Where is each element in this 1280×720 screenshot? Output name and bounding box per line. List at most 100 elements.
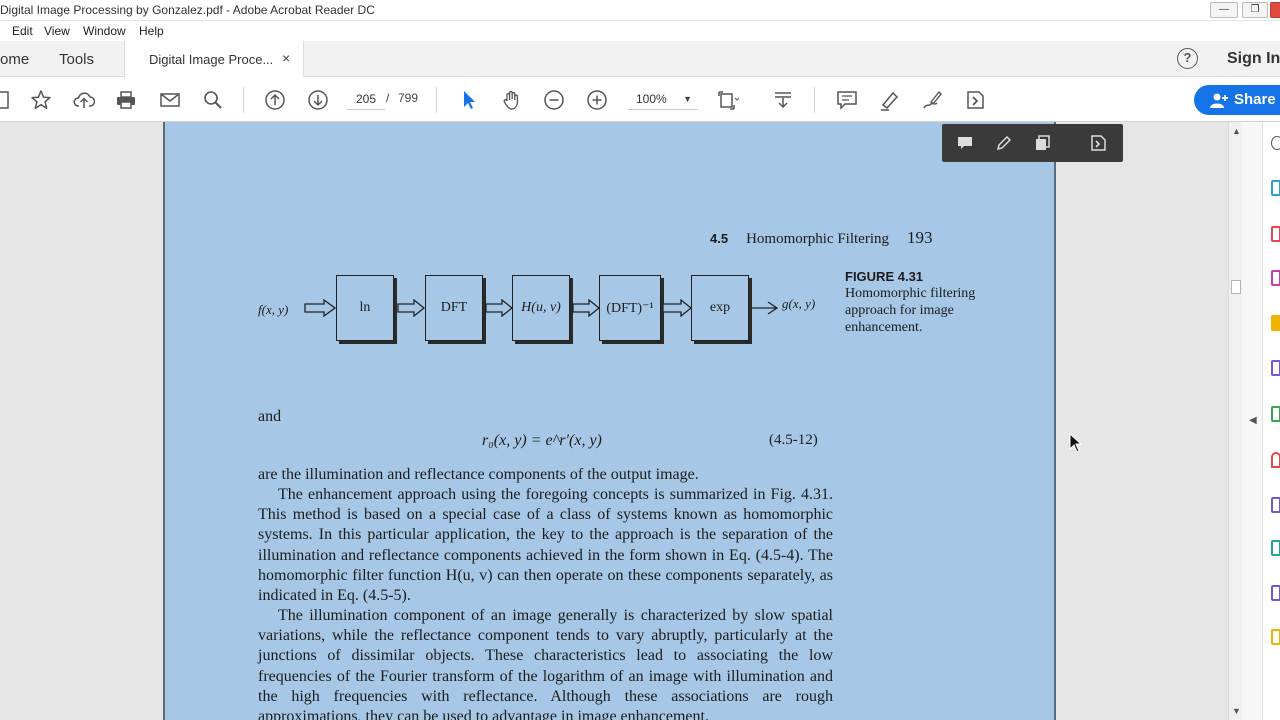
chevron-down-icon: ▼ <box>683 94 692 104</box>
fill-sign-icon[interactable] <box>1271 452 1280 468</box>
figure-output-label: g(x, y) <box>782 296 816 311</box>
export-pdf-icon[interactable] <box>1271 180 1280 196</box>
zoom-in-icon[interactable] <box>585 88 609 112</box>
star-icon[interactable] <box>29 88 53 112</box>
zoom-out-icon[interactable] <box>542 88 566 112</box>
bookmark-icon[interactable] <box>0 88 16 112</box>
block-filter: H(u, v) <box>512 275 570 341</box>
toolbar-divider <box>814 87 815 113</box>
toolbar-divider <box>436 87 437 113</box>
highlight-icon[interactable] <box>878 88 902 112</box>
menu-window[interactable]: Window <box>83 24 126 38</box>
send-for-signature-icon[interactable] <box>1271 497 1280 513</box>
block-inverse-dft: (DFT)⁻¹ <box>599 275 661 341</box>
diagram-arrow <box>485 299 513 317</box>
tab-document-label: Digital Image Proce... <box>149 52 274 67</box>
combine-files-icon[interactable] <box>1271 360 1280 376</box>
page-up-icon[interactable] <box>263 88 287 112</box>
block-exp: exp <box>691 275 749 341</box>
edit-pdf-icon[interactable] <box>1271 270 1280 286</box>
block-dft: DFT <box>425 275 483 341</box>
paragraph: The illumination component of an image g… <box>258 607 833 720</box>
zoom-value: 100% <box>636 92 667 106</box>
help-icon[interactable]: ? <box>1177 48 1198 69</box>
comment-tool-icon[interactable] <box>1271 315 1280 331</box>
paragraph: The enhancement approach using the foreg… <box>258 486 833 605</box>
sign-in-link[interactable]: Sign In <box>1227 50 1280 68</box>
sign-icon[interactable] <box>920 88 944 112</box>
figure-caption-text: Homomorphic filtering approach for image… <box>845 286 976 335</box>
diagram-arrow <box>572 299 600 317</box>
share-tool-icon[interactable] <box>1271 585 1280 601</box>
mail-icon[interactable] <box>158 88 182 112</box>
diagram-arrow <box>304 299 336 317</box>
menu-bar: Edit View Window Help <box>0 21 1280 41</box>
restore-button[interactable]: ❐ <box>1242 2 1268 18</box>
menu-edit[interactable]: Edit <box>12 24 33 38</box>
zoom-select[interactable]: 100% ▼ <box>628 88 698 110</box>
scroll-down-icon[interactable]: ▼ <box>1232 706 1241 716</box>
equation-number: (4.5-12) <box>769 432 818 448</box>
document-view[interactable]: 4.5 Homomorphic Filtering 193 f(x, y) ln D… <box>0 122 1228 720</box>
diagram-arrow <box>662 299 692 317</box>
share-button[interactable]: Share <box>1194 85 1280 115</box>
protect-icon[interactable] <box>1271 540 1280 556</box>
page-number-input[interactable]: 205 <box>347 88 385 110</box>
comment-icon[interactable] <box>956 134 974 152</box>
scroll-thumb[interactable] <box>1231 280 1241 294</box>
copy-icon[interactable] <box>1034 134 1052 152</box>
add-person-icon <box>1210 93 1228 108</box>
print-icon[interactable] <box>114 88 138 112</box>
scroll-mode-icon[interactable] <box>771 88 795 112</box>
close-window-button[interactable]: ✕ <box>1270 2 1280 18</box>
hand-icon[interactable] <box>500 88 524 112</box>
collapse-panel-icon[interactable]: ◀ <box>1249 415 1257 426</box>
page-separator: / <box>386 91 390 105</box>
tab-document[interactable]: Digital Image Proce... × <box>124 41 304 77</box>
running-header: 4.5 Homomorphic Filtering 193 <box>710 228 932 248</box>
more-tools-icon[interactable] <box>963 88 987 112</box>
title-bar: Digital Image Processing by Gonzalez.pdf… <box>0 0 1280 21</box>
body-text-and: and <box>258 408 282 425</box>
mouse-cursor-icon <box>1069 433 1083 453</box>
section-title: Homomorphic Filtering <box>746 231 889 247</box>
create-pdf-icon[interactable] <box>1271 226 1280 242</box>
search-icon[interactable] <box>201 88 225 112</box>
block-ln: ln <box>336 275 394 341</box>
figure-caption: FIGURE 4.31 Homomorphic filtering approa… <box>845 268 1005 336</box>
figure-number: FIGURE 4.31 <box>845 269 924 284</box>
floating-toolbar <box>942 124 1123 162</box>
share-label: Share <box>1234 91 1276 108</box>
menu-help[interactable]: Help <box>139 24 164 38</box>
section-number: 4.5 <box>710 231 729 246</box>
equation: r₀(x, y) = e^r′(x, y) <box>482 432 602 449</box>
organize-pages-icon[interactable] <box>1271 406 1280 422</box>
upload-icon[interactable] <box>72 88 96 112</box>
paragraph: are the illumination and reflectance com… <box>258 466 699 483</box>
select-cursor-icon[interactable] <box>457 88 481 112</box>
menu-view[interactable]: View <box>44 24 70 38</box>
more-tools-panel-icon[interactable] <box>1271 629 1280 645</box>
tab-bar: ome Tools Digital Image Proce... × ? Sig… <box>0 41 1280 77</box>
comment-icon[interactable] <box>835 88 859 112</box>
vertical-scrollbar[interactable]: ▲ ▼ <box>1228 122 1242 720</box>
close-tab-icon[interactable]: × <box>282 50 290 66</box>
main-toolbar: 205 / 799 100% ▼ Share <box>0 77 1280 122</box>
page-down-icon[interactable] <box>306 88 330 112</box>
fit-page-icon[interactable] <box>716 88 740 112</box>
tab-tools[interactable]: Tools <box>59 51 94 68</box>
more-tools-icon[interactable] <box>1089 134 1107 152</box>
toolbar-divider <box>243 87 244 113</box>
total-pages: 799 <box>398 91 419 105</box>
page-number: 193 <box>906 228 933 247</box>
diagram-arrow <box>751 301 779 315</box>
search-tool-icon[interactable] <box>1271 136 1280 150</box>
scroll-up-icon[interactable]: ▲ <box>1232 126 1241 136</box>
pen-icon[interactable] <box>995 134 1013 152</box>
pdf-page: 4.5 Homomorphic Filtering 193 f(x, y) ln D… <box>163 122 1056 720</box>
minimize-button[interactable]: — <box>1210 2 1238 18</box>
tab-home[interactable]: ome <box>0 51 29 68</box>
figure-input-label: f(x, y) <box>258 302 289 317</box>
diagram-arrow <box>397 299 425 317</box>
window-title: Digital Image Processing by Gonzalez.pdf… <box>0 3 375 17</box>
